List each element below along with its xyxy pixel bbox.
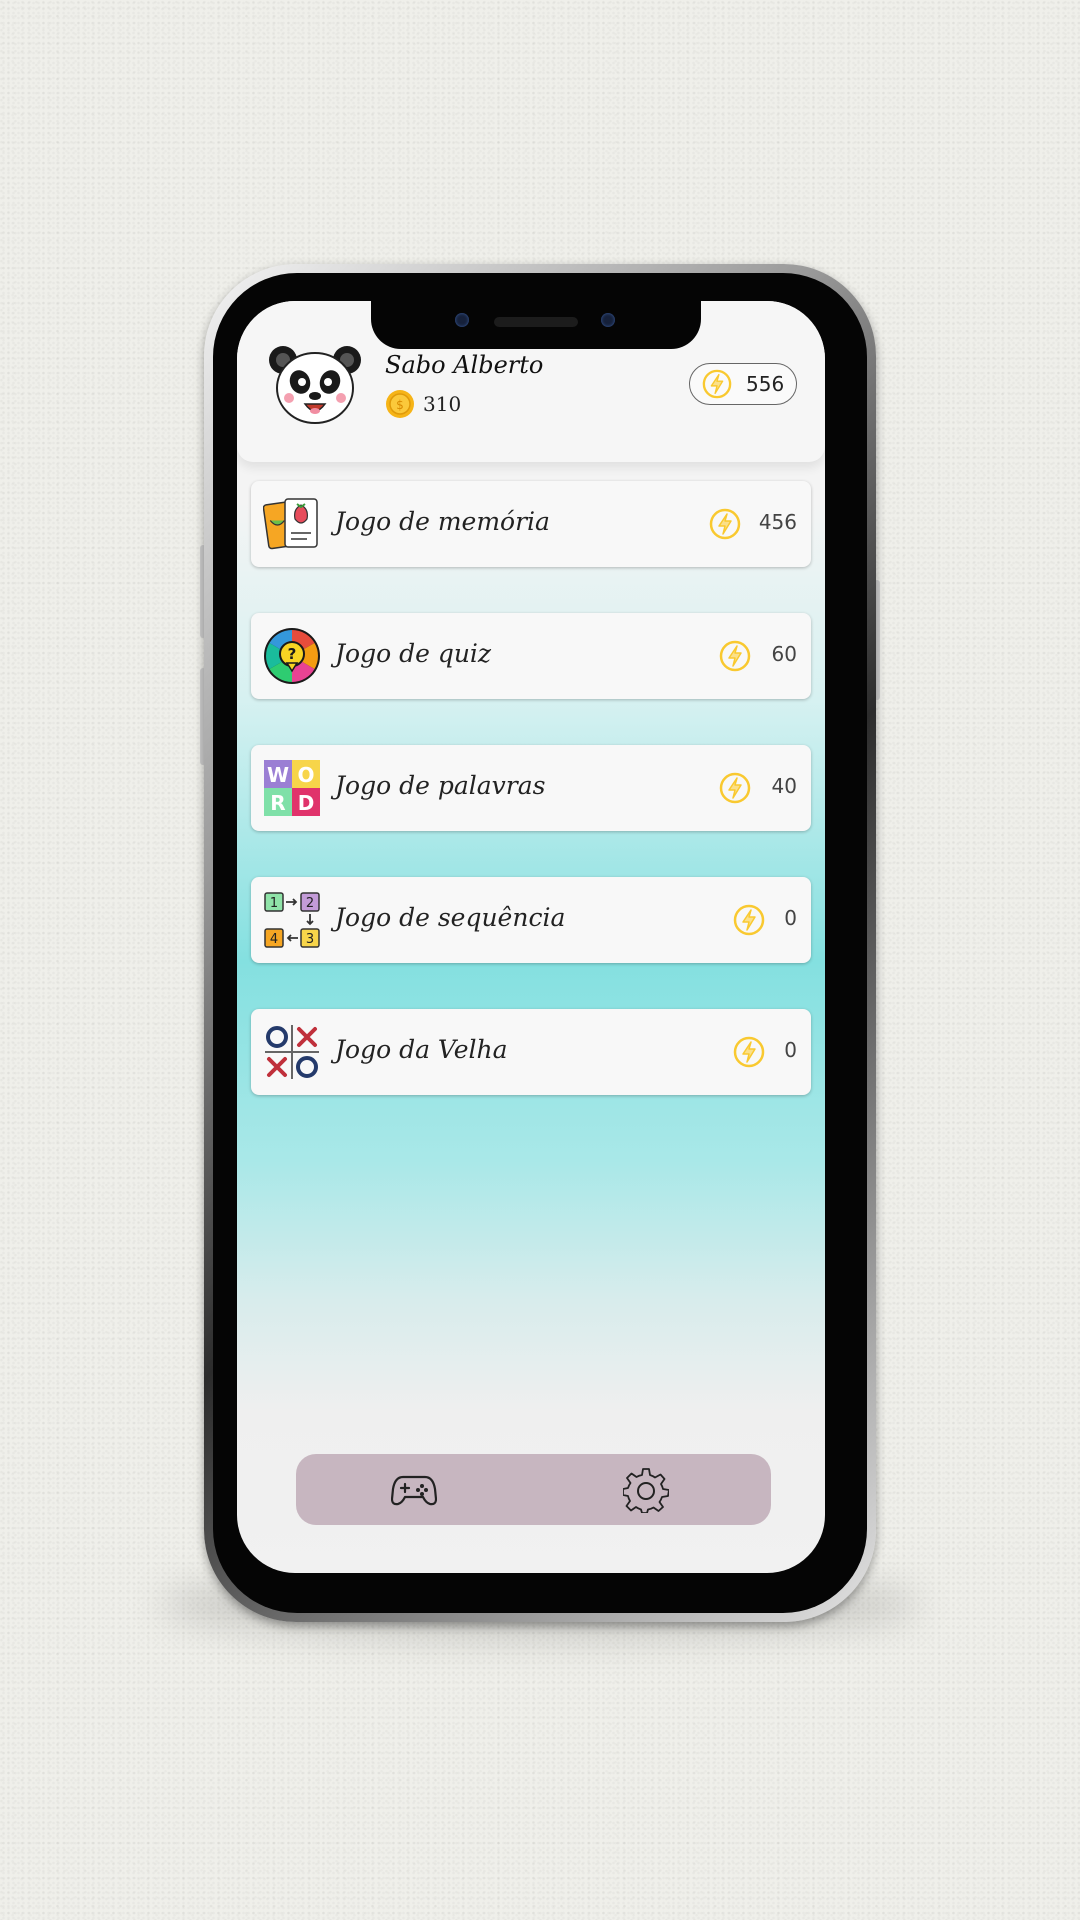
game-card-quiz[interactable]: ? Jogo de quiz 60 [251, 613, 811, 699]
game-score: 40 [771, 774, 797, 798]
game-card-sequence[interactable]: 1 2 3 4 Jogo de sequência 0 [251, 877, 811, 963]
nav-games-button[interactable] [387, 1463, 441, 1517]
svg-text:1: 1 [270, 896, 278, 911]
svg-text:3: 3 [306, 932, 314, 947]
tic-tac-toe-icon [265, 1025, 319, 1079]
svg-text:O: O [297, 763, 314, 787]
game-card-memory[interactable]: Jogo de memória 456 [251, 481, 811, 567]
quiz-wheel-icon: ? [264, 628, 320, 684]
game-label: Jogo de memória [335, 507, 550, 536]
gear-icon [623, 1468, 669, 1513]
svg-text:4: 4 [270, 932, 278, 947]
lightning-bolt-icon [702, 369, 732, 399]
svg-text:D: D [298, 791, 315, 815]
svg-text:?: ? [288, 645, 297, 663]
earpiece-speaker [494, 317, 578, 327]
energy-count: 556 [746, 372, 785, 396]
phone-notch [371, 301, 701, 349]
svg-text:2: 2 [306, 896, 314, 911]
coin-balance: $ 310 [385, 389, 461, 419]
gamepad-icon [391, 1475, 437, 1506]
lightning-bolt-icon [733, 1036, 765, 1068]
nav-settings-button[interactable] [619, 1463, 673, 1517]
username: Sabo Alberto [385, 351, 544, 379]
app-screen: Sabo Alberto $ 310 556 Jogo de memória 4… [237, 301, 825, 1573]
phone-frame: Sabo Alberto $ 310 556 Jogo de memória 4… [204, 264, 876, 1622]
front-camera [455, 313, 469, 327]
lightning-bolt-icon [709, 508, 741, 540]
front-sensor [601, 313, 615, 327]
lightning-bolt-icon [719, 640, 751, 672]
lightning-bolt-icon [719, 772, 751, 804]
game-score: 456 [758, 510, 797, 534]
coin-count: 310 [423, 392, 462, 416]
svg-text:R: R [270, 791, 285, 815]
sequence-icon: 1 2 3 4 [264, 892, 320, 948]
game-card-words[interactable]: W O R D Jogo de palavras 40 [251, 745, 811, 831]
svg-text:W: W [267, 763, 289, 787]
game-score: 0 [784, 1038, 797, 1062]
game-label: Jogo de sequência [335, 903, 566, 932]
energy-balance[interactable]: 556 [689, 363, 797, 405]
memory-cards-icon [263, 498, 318, 550]
game-label: Jogo da Velha [335, 1035, 508, 1064]
svg-text:$: $ [396, 398, 404, 412]
panda-avatar-icon[interactable] [267, 342, 363, 426]
game-label: Jogo de palavras [335, 771, 546, 800]
bottom-navbar [296, 1454, 771, 1525]
word-puzzle-icon: W O R D [264, 760, 320, 816]
game-score: 60 [771, 642, 797, 666]
game-score: 0 [784, 906, 797, 930]
lightning-bolt-icon [733, 904, 765, 936]
coin-icon: $ [386, 390, 414, 418]
game-card-tic-tac-toe[interactable]: Jogo da Velha 0 [251, 1009, 811, 1095]
game-label: Jogo de quiz [335, 639, 492, 668]
